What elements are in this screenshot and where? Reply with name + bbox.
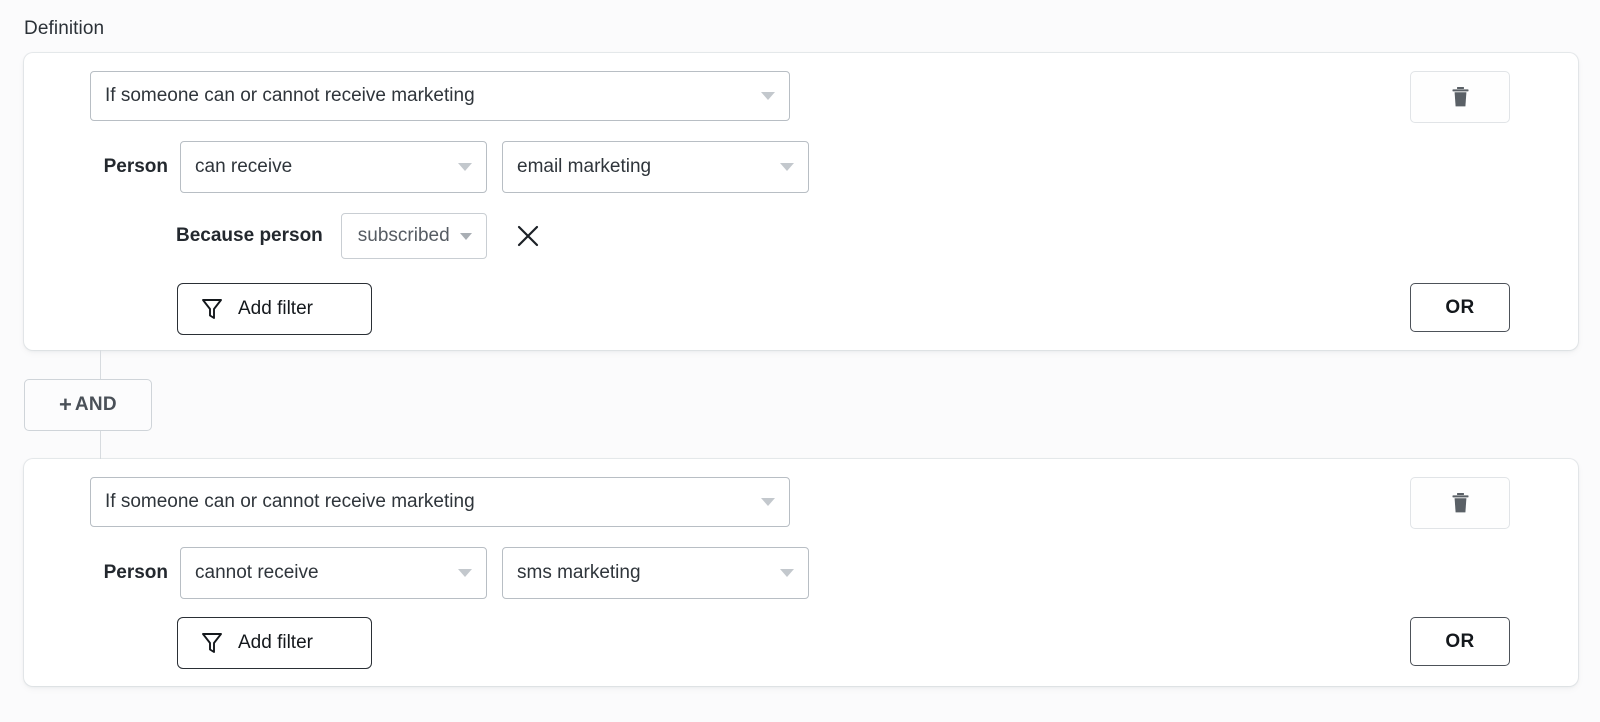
person-operator-select-1[interactable]: can receive — [180, 141, 487, 193]
trash-icon — [1451, 86, 1470, 108]
marketing-channel-select-1[interactable]: email marketing — [502, 141, 809, 193]
or-label-2: OR — [1445, 630, 1475, 652]
chevron-down-icon — [458, 163, 472, 171]
trash-icon — [1451, 492, 1470, 514]
person-operator-value-2: cannot receive — [195, 562, 319, 583]
because-person-label: Because person — [176, 225, 323, 246]
delete-group-button-2[interactable] — [1410, 477, 1510, 529]
chevron-down-icon — [458, 569, 472, 577]
condition-group-1: If someone can or cannot receive marketi… — [24, 53, 1578, 350]
chevron-down-icon — [761, 498, 775, 506]
or-button-1[interactable]: OR — [1410, 283, 1510, 332]
delete-group-button-1[interactable] — [1410, 71, 1510, 123]
person-row-1: Person can receive email marketing — [86, 141, 809, 193]
chevron-down-icon — [780, 163, 794, 171]
add-filter-label-1: Add filter — [238, 298, 313, 319]
person-operator-select-2[interactable]: cannot receive — [180, 547, 487, 599]
because-row-1: Because person subscribed — [176, 213, 543, 259]
person-row-2: Person cannot receive sms marketing — [86, 547, 809, 599]
because-reason-select[interactable]: subscribed — [340, 213, 487, 259]
funnel-icon — [200, 296, 224, 322]
plus-icon: + — [59, 391, 72, 417]
chevron-down-icon — [761, 92, 775, 100]
add-filter-button-2[interactable]: Add filter — [177, 617, 372, 669]
condition-type-value-2: If someone can or cannot receive marketi… — [105, 491, 475, 512]
add-and-group-button[interactable]: + AND — [24, 379, 152, 431]
definition-builder-page: Definition If someone can or cannot rece… — [0, 0, 1600, 722]
or-button-2[interactable]: OR — [1410, 617, 1510, 666]
page-title: Definition — [24, 18, 105, 39]
marketing-channel-value-1: email marketing — [517, 156, 652, 177]
person-label-2: Person — [103, 562, 168, 583]
condition-type-value-1: If someone can or cannot receive marketi… — [105, 85, 475, 106]
chevron-down-icon — [459, 232, 472, 240]
because-reason-value: subscribed — [357, 225, 450, 246]
person-operator-value-1: can receive — [195, 156, 293, 177]
remove-reason-button[interactable] — [513, 221, 543, 251]
add-filter-label-2: Add filter — [238, 632, 313, 653]
or-label-1: OR — [1445, 296, 1475, 318]
person-label-1: Person — [103, 156, 168, 177]
condition-type-select-1[interactable]: If someone can or cannot receive marketi… — [90, 71, 790, 121]
chevron-down-icon — [780, 569, 794, 577]
condition-group-2: If someone can or cannot receive marketi… — [24, 459, 1578, 686]
marketing-channel-value-2: sms marketing — [517, 562, 641, 583]
funnel-icon — [200, 630, 224, 656]
marketing-channel-select-2[interactable]: sms marketing — [502, 547, 809, 599]
add-filter-button-1[interactable]: Add filter — [177, 283, 372, 335]
condition-type-select-2[interactable]: If someone can or cannot receive marketi… — [90, 477, 790, 527]
and-label: AND — [74, 394, 117, 415]
